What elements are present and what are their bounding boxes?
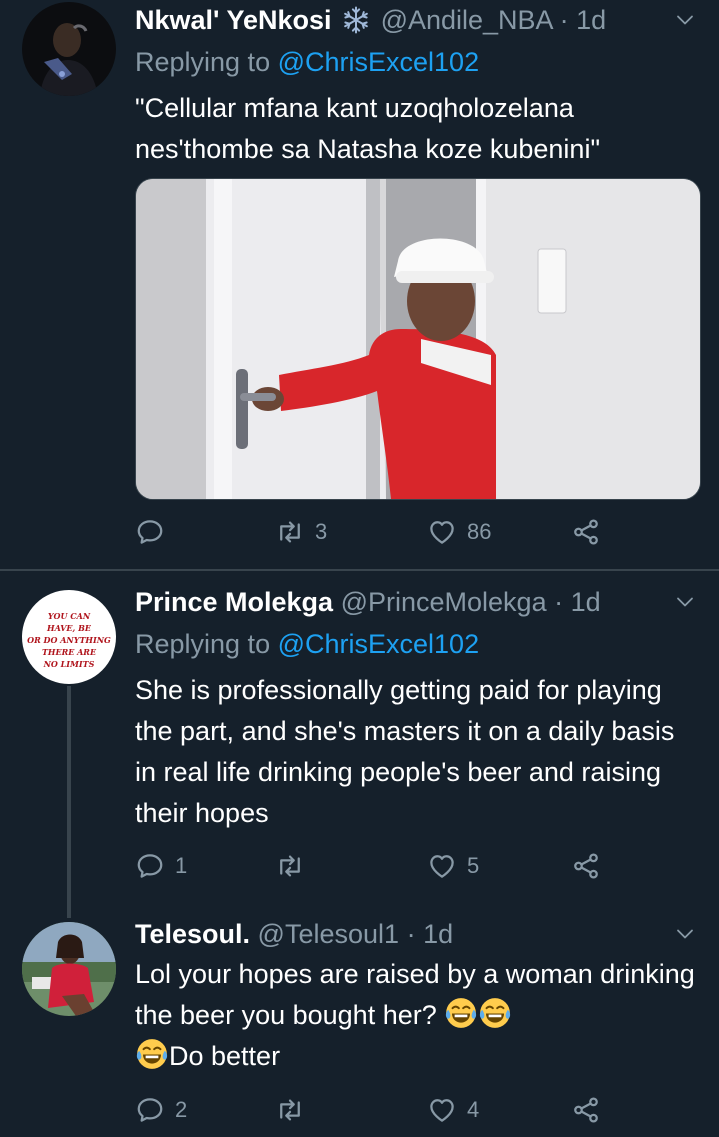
separator-dot: · (406, 919, 416, 949)
tweet-actions: 1 5 (135, 846, 605, 886)
mention-link[interactable]: @ChrisExcel102 (278, 47, 480, 77)
like-count: 5 (467, 853, 480, 878)
avatar-quote-line: OR DO ANYTHING (27, 635, 111, 645)
tweet-content: Telesoul. @Telesoul1 · 1d Lol your hopes… (135, 916, 719, 1077)
retweet-button[interactable] (275, 1090, 315, 1130)
timestamp[interactable]: 1d (576, 5, 606, 35)
share-icon (571, 851, 601, 881)
display-name[interactable]: Prince Molekga (135, 587, 333, 617)
snowflake-icon (344, 6, 368, 34)
avatar-quote-line: THERE ARE (41, 647, 97, 657)
tweet-header: Nkwal' YeNkosi @Andile_NBA · 1d (135, 2, 719, 38)
replying-to: Replying to @ChrisExcel102 (135, 42, 719, 82)
avatar-quote: YOU CAN HAVE, BE OR DO ANYTHING THERE AR… (22, 610, 116, 670)
tweet-image[interactable] (135, 178, 701, 500)
share-button[interactable] (571, 1090, 601, 1130)
separator-dot: · (559, 5, 569, 35)
reply-icon (135, 517, 165, 547)
tears-of-joy-emoji (135, 1037, 169, 1071)
reply-button[interactable] (135, 512, 175, 552)
reply-icon (135, 1095, 165, 1125)
tweet-text: "Cellular mfana kant uzoqholozelana nes'… (135, 93, 601, 164)
chevron-down-icon[interactable] (673, 590, 697, 614)
reply-button[interactable]: 1 (135, 846, 187, 886)
avatar-quote-line: NO LIMITS (43, 659, 95, 669)
avatar-quote-line: HAVE, BE (47, 623, 91, 633)
tweet-content: Nkwal' YeNkosi @Andile_NBA · 1d Replying… (135, 2, 719, 170)
tweet-2[interactable]: YOU CAN HAVE, BE OR DO ANYTHING THERE AR… (0, 582, 719, 918)
retweet-icon (275, 1095, 305, 1125)
chevron-down-icon[interactable] (673, 8, 697, 32)
replying-to: Replying to @ChrisExcel102 (135, 624, 719, 664)
user-handle[interactable]: @Telesoul1 (258, 919, 400, 949)
like-count: 86 (467, 519, 492, 544)
reply-button[interactable]: 2 (135, 1090, 187, 1130)
retweet-count: 3 (315, 519, 328, 544)
user-handle[interactable]: @Andile_NBA (381, 5, 553, 35)
timestamp[interactable]: 1d (571, 587, 601, 617)
heart-icon (427, 851, 457, 881)
separator-dot: · (554, 587, 564, 617)
retweet-icon (275, 517, 305, 547)
tweet-actions: 3 86 (135, 512, 605, 552)
tweet-divider (0, 569, 719, 571)
tweet-text-part: Lol your hopes are raised by a woman dri… (135, 959, 695, 1030)
avatar-photo (22, 2, 116, 96)
tweet-3[interactable]: Telesoul. @Telesoul1 · 1d Lol your hopes… (0, 916, 719, 1137)
thread-line (67, 686, 71, 918)
share-icon (571, 517, 601, 547)
display-name[interactable]: Nkwal' YeNkosi (135, 5, 332, 35)
tears-of-joy-emoji (478, 996, 512, 1030)
replying-label: Replying to (135, 47, 271, 77)
tears-of-joy-emoji (444, 996, 478, 1030)
retweet-icon (275, 851, 305, 881)
heart-icon (427, 1095, 457, 1125)
avatar-quote-line: YOU CAN (47, 611, 91, 621)
reply-count: 2 (175, 1097, 188, 1122)
tweet-header: Telesoul. @Telesoul1 · 1d (135, 916, 719, 952)
user-handle[interactable]: @PrinceMolekga (341, 587, 547, 617)
tweet-text: She is professionally getting paid for p… (135, 675, 675, 828)
like-button[interactable]: 5 (427, 846, 479, 886)
reply-icon (135, 851, 165, 881)
replying-label: Replying to (135, 629, 271, 659)
like-button[interactable]: 86 (427, 512, 491, 552)
like-button[interactable]: 4 (427, 1090, 479, 1130)
avatar-photo (22, 922, 116, 1016)
chevron-down-icon[interactable] (673, 922, 697, 946)
share-button[interactable] (571, 846, 601, 886)
display-name[interactable]: Telesoul. (135, 919, 250, 949)
tweet-1[interactable]: Nkwal' YeNkosi @Andile_NBA · 1d Replying… (0, 0, 719, 570)
tweet-actions: 2 4 (135, 1090, 605, 1130)
retweet-button[interactable]: 3 (275, 512, 327, 552)
tweet-header: Prince Molekga @PrinceMolekga · 1d (135, 584, 719, 620)
mention-link[interactable]: @ChrisExcel102 (278, 629, 480, 659)
like-count: 4 (467, 1097, 480, 1122)
avatar[interactable] (22, 922, 116, 1016)
avatar[interactable]: YOU CAN HAVE, BE OR DO ANYTHING THERE AR… (22, 590, 116, 684)
tweet-text: Lol your hopes are raised by a woman dri… (135, 954, 695, 1077)
avatar[interactable] (22, 2, 116, 96)
tweet-photo (136, 179, 700, 499)
timestamp[interactable]: 1d (423, 919, 453, 949)
share-icon (571, 1095, 601, 1125)
retweet-button[interactable] (275, 846, 315, 886)
tweet-text-part: Do better (169, 1041, 281, 1071)
reply-count: 1 (175, 853, 188, 878)
heart-icon (427, 517, 457, 547)
share-button[interactable] (571, 512, 601, 552)
tweet-content: Prince Molekga @PrinceMolekga · 1d Reply… (135, 584, 719, 834)
